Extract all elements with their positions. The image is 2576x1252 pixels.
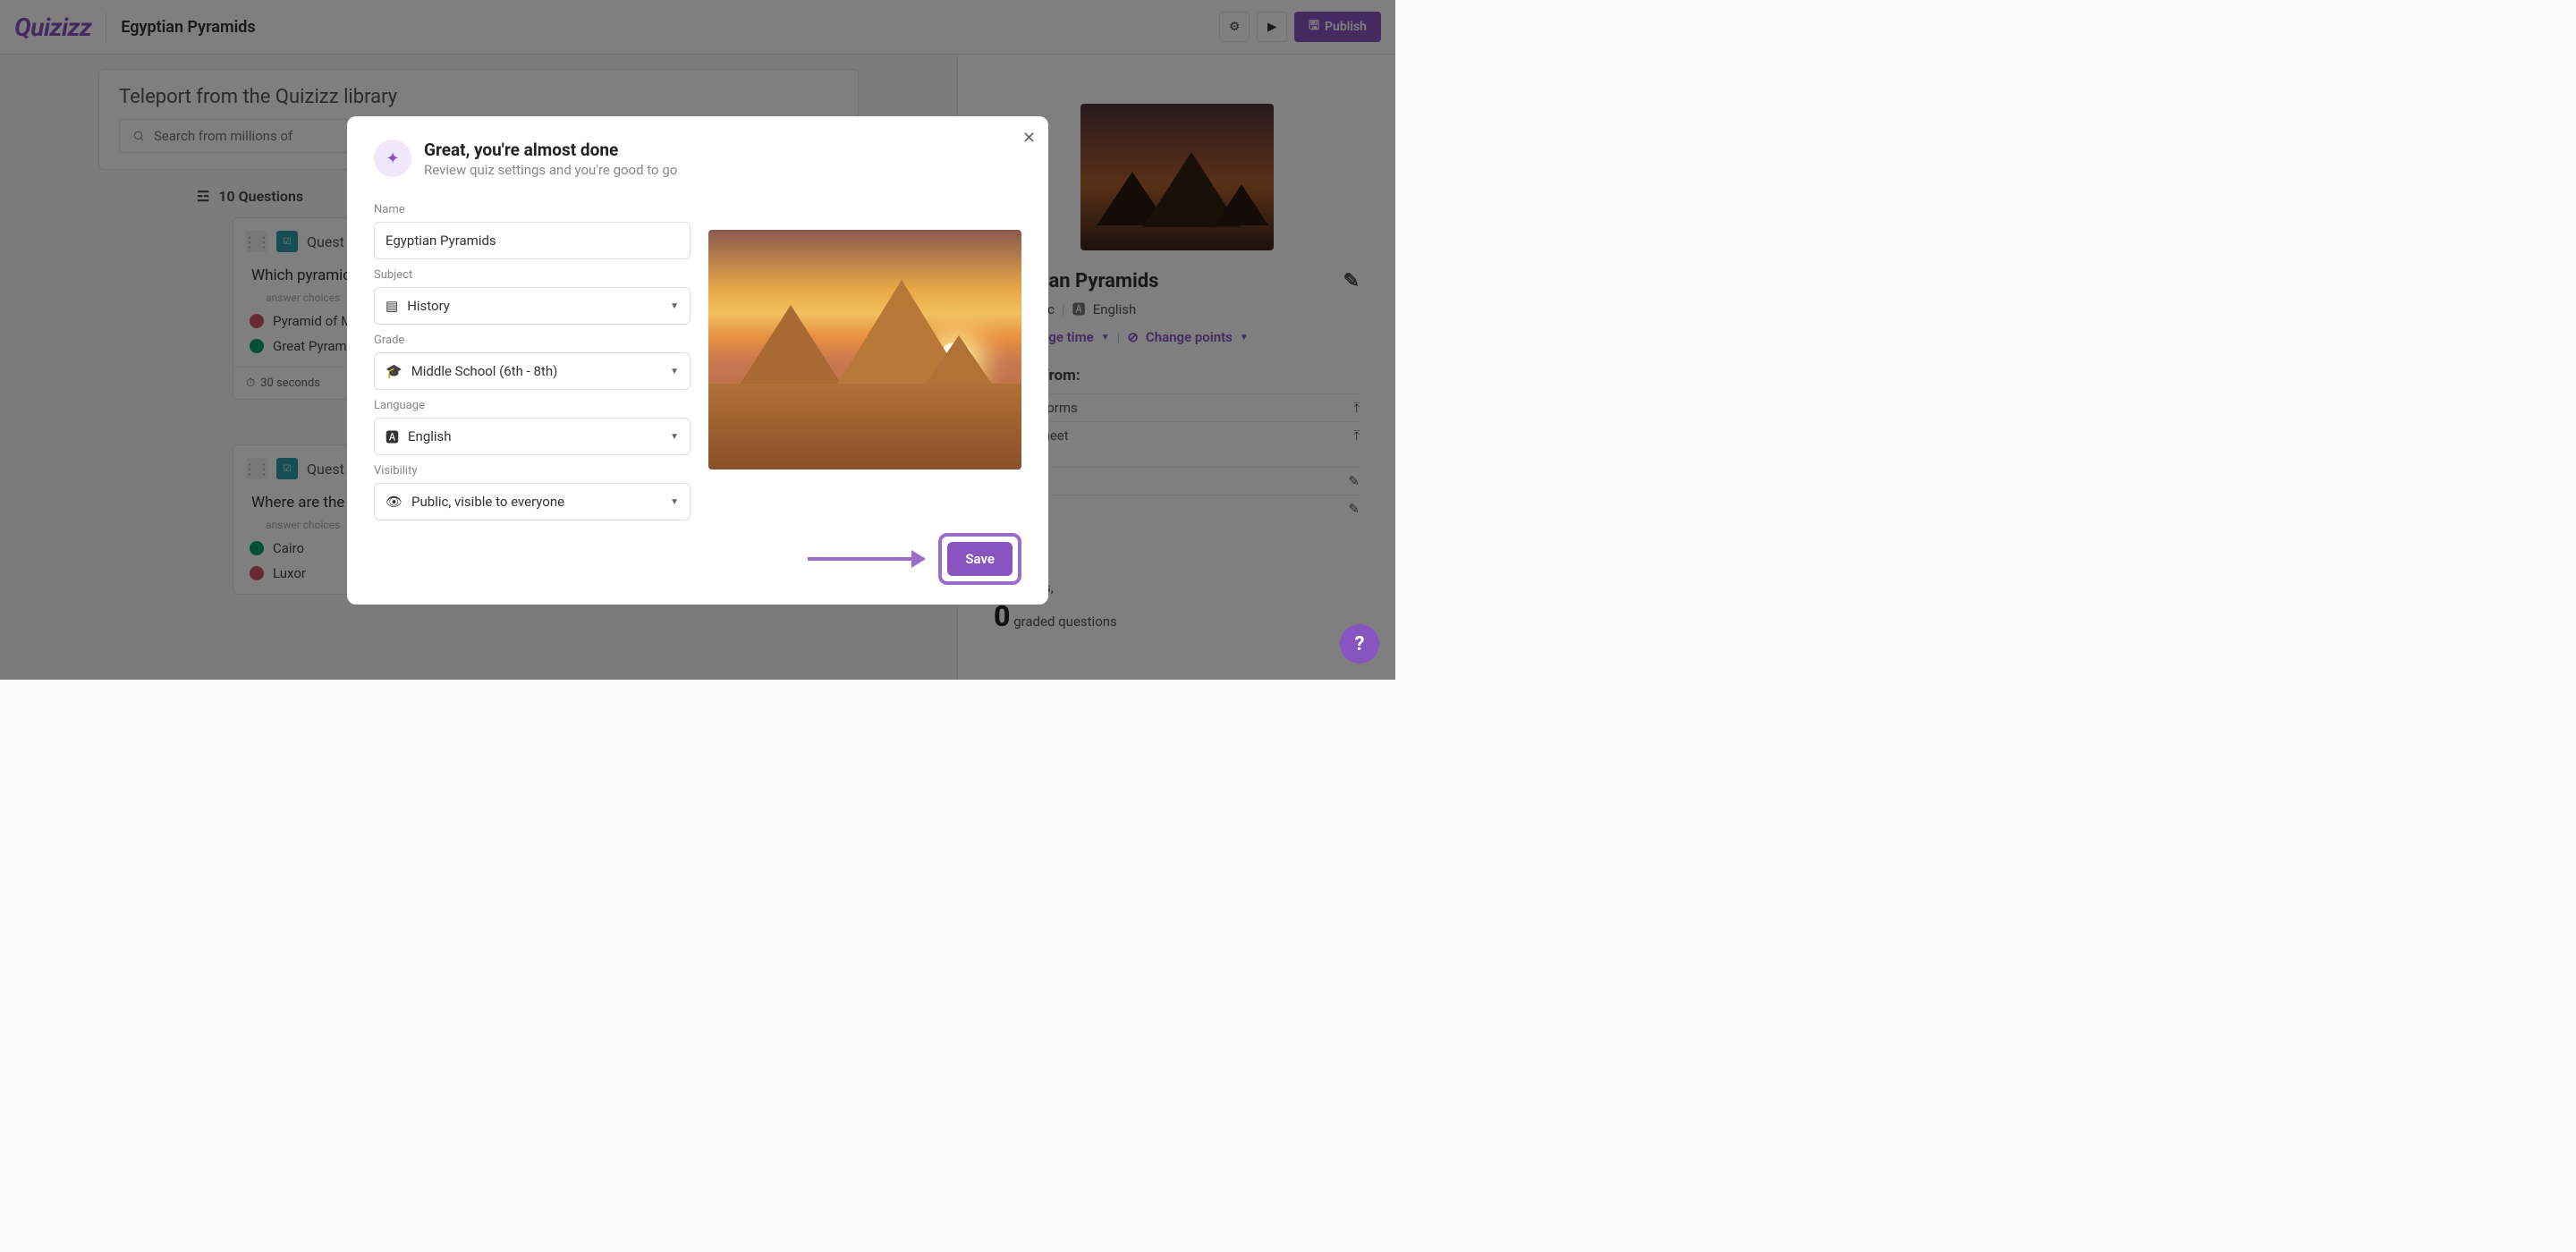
grade-select[interactable]: 🎓 Middle School (6th - 8th) ▼ bbox=[374, 352, 691, 390]
close-button[interactable]: ✕ bbox=[1022, 129, 1036, 148]
cover-preview[interactable] bbox=[708, 230, 1021, 470]
save-label: Save bbox=[965, 551, 995, 567]
sparkle-icon: ✦ bbox=[374, 140, 411, 177]
language-label: Language bbox=[374, 399, 691, 412]
modal-actions: Save bbox=[374, 533, 1021, 585]
subject-label: Subject bbox=[374, 268, 691, 282]
chevron-down-icon: ▼ bbox=[670, 367, 679, 376]
modal-overlay: ✕ ✦ Great, you're almost done Review qui… bbox=[0, 0, 1395, 680]
publish-modal: ✕ ✦ Great, you're almost done Review qui… bbox=[347, 116, 1048, 605]
save-highlight: Save bbox=[938, 533, 1021, 585]
chevron-down-icon: ▼ bbox=[670, 301, 679, 311]
book-icon: ▤ bbox=[386, 298, 398, 314]
help-button[interactable]: ? bbox=[1340, 624, 1379, 664]
visibility-label: Visibility bbox=[374, 464, 691, 478]
visibility-select[interactable]: 👁 Public, visible to everyone ▼ bbox=[374, 483, 691, 520]
close-icon: ✕ bbox=[1022, 129, 1036, 148]
chevron-down-icon: ▼ bbox=[670, 432, 679, 442]
image-col bbox=[708, 194, 1021, 520]
name-input[interactable] bbox=[374, 222, 691, 259]
modal-title: Great, you're almost done bbox=[424, 140, 677, 160]
help-icon: ? bbox=[1355, 633, 1365, 656]
grade-label: Grade bbox=[374, 334, 691, 347]
form-col: Name Subject ▤ History ▼ Grade 🎓 Middle … bbox=[374, 194, 691, 520]
eye-icon: 👁 bbox=[386, 494, 402, 510]
modal-body: Name Subject ▤ History ▼ Grade 🎓 Middle … bbox=[374, 194, 1021, 520]
language-select[interactable]: 🅰 English ▼ bbox=[374, 418, 691, 455]
visibility-value: Public, visible to everyone bbox=[411, 494, 564, 510]
language-icon: 🅰 bbox=[386, 427, 399, 446]
language-value: English bbox=[408, 428, 452, 444]
annotation-arrow bbox=[808, 541, 924, 577]
name-label: Name bbox=[374, 203, 691, 216]
subject-value: History bbox=[407, 298, 450, 314]
save-button[interactable]: Save bbox=[947, 542, 1013, 576]
subject-select[interactable]: ▤ History ▼ bbox=[374, 287, 691, 325]
modal-head: ✦ Great, you're almost done Review quiz … bbox=[374, 140, 1021, 178]
chevron-down-icon: ▼ bbox=[670, 497, 679, 507]
grade-value: Middle School (6th - 8th) bbox=[411, 363, 558, 379]
grad-cap-icon: 🎓 bbox=[386, 363, 402, 379]
modal-subtitle: Review quiz settings and you're good to … bbox=[424, 162, 677, 178]
